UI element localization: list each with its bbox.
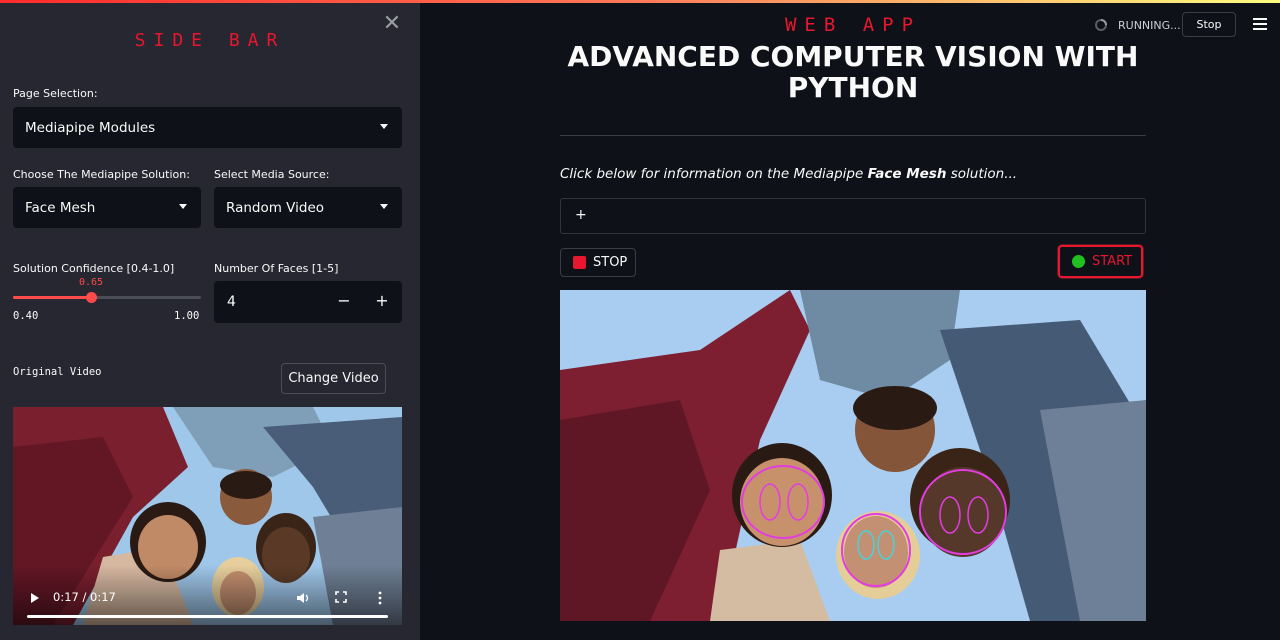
faces-input[interactable]: 4 bbox=[227, 294, 236, 310]
info-expander[interactable]: + bbox=[560, 198, 1146, 234]
media-source-value: Random Video bbox=[226, 199, 325, 216]
stop-app-button[interactable]: Stop bbox=[1182, 12, 1236, 37]
running-status: RUNNING... bbox=[1118, 19, 1181, 32]
top-decoration-bar bbox=[0, 0, 1280, 3]
page-title: ADVANCED COMPUTER VISION WITH PYTHON bbox=[560, 41, 1146, 103]
original-video-label: Original Video bbox=[13, 366, 102, 378]
video-time: 0:17 / 0:17 bbox=[53, 590, 116, 604]
more-options-icon[interactable] bbox=[377, 591, 383, 605]
info-solution-name: Face Mesh bbox=[867, 166, 947, 182]
running-spinner-icon bbox=[1095, 19, 1107, 31]
processed-video-output bbox=[560, 290, 1146, 621]
media-source-select[interactable]: Random Video bbox=[214, 187, 402, 228]
solution-select[interactable]: Face Mesh bbox=[13, 187, 201, 228]
divider bbox=[560, 135, 1146, 136]
info-text: Click below for information on the Media… bbox=[560, 166, 1017, 182]
confidence-min: 0.40 bbox=[13, 310, 39, 322]
volume-icon[interactable] bbox=[296, 591, 310, 605]
fullscreen-icon[interactable] bbox=[335, 591, 347, 603]
plus-icon[interactable]: + bbox=[372, 291, 392, 311]
info-prefix: Click below for information on the Media… bbox=[560, 166, 868, 182]
caret-down-icon bbox=[179, 204, 187, 209]
confidence-slider-fill bbox=[13, 296, 91, 299]
plus-icon: + bbox=[575, 207, 587, 223]
stop-square-icon bbox=[573, 256, 586, 269]
original-video-player[interactable]: 0:17 / 0:17 bbox=[13, 407, 402, 625]
page-selection-value: Mediapipe Modules bbox=[25, 119, 156, 136]
caret-down-icon bbox=[380, 204, 388, 209]
stop-button-label: STOP bbox=[593, 255, 628, 270]
web-app-label: WEB APP bbox=[784, 14, 922, 36]
solution-value: Face Mesh bbox=[25, 199, 96, 216]
stop-button[interactable]: STOP bbox=[560, 248, 636, 277]
caret-down-icon bbox=[380, 124, 388, 129]
confidence-max: 1.00 bbox=[174, 310, 200, 322]
page-selection-select[interactable]: Mediapipe Modules bbox=[13, 107, 402, 148]
start-button[interactable]: START bbox=[1058, 245, 1143, 278]
page-selection-label: Page Selection: bbox=[13, 87, 98, 100]
confidence-slider-thumb[interactable] bbox=[86, 292, 97, 303]
media-source-label: Select Media Source: bbox=[214, 168, 330, 181]
confidence-value: 0.65 bbox=[79, 277, 104, 288]
sidebar-title: SIDE BAR bbox=[134, 30, 286, 51]
confidence-label: Solution Confidence [0.4-1.0] bbox=[13, 262, 175, 275]
confidence-slider[interactable] bbox=[13, 292, 201, 303]
start-dot-icon bbox=[1072, 255, 1085, 268]
start-button-label: START bbox=[1092, 254, 1133, 269]
solution-label: Choose The Mediapipe Solution: bbox=[13, 168, 190, 181]
faces-label: Number Of Faces [1-5] bbox=[214, 262, 339, 275]
play-icon[interactable] bbox=[31, 593, 39, 603]
faces-stepper: 4 − + bbox=[214, 281, 402, 323]
video-progress-bar[interactable] bbox=[27, 615, 388, 618]
page-title-line2: PYTHON bbox=[787, 71, 919, 104]
change-video-button[interactable]: Change Video bbox=[281, 363, 386, 394]
page-title-line1: ADVANCED COMPUTER VISION WITH bbox=[567, 40, 1139, 73]
video-controls: 0:17 / 0:17 bbox=[13, 565, 402, 625]
processed-video-frame bbox=[560, 290, 1146, 621]
sidebar: ✕ SIDE BAR Page Selection: Mediapipe Mod… bbox=[0, 0, 420, 640]
info-suffix: solution... bbox=[946, 166, 1018, 182]
minus-icon[interactable]: − bbox=[334, 291, 354, 311]
hamburger-menu-icon[interactable] bbox=[1253, 18, 1267, 30]
